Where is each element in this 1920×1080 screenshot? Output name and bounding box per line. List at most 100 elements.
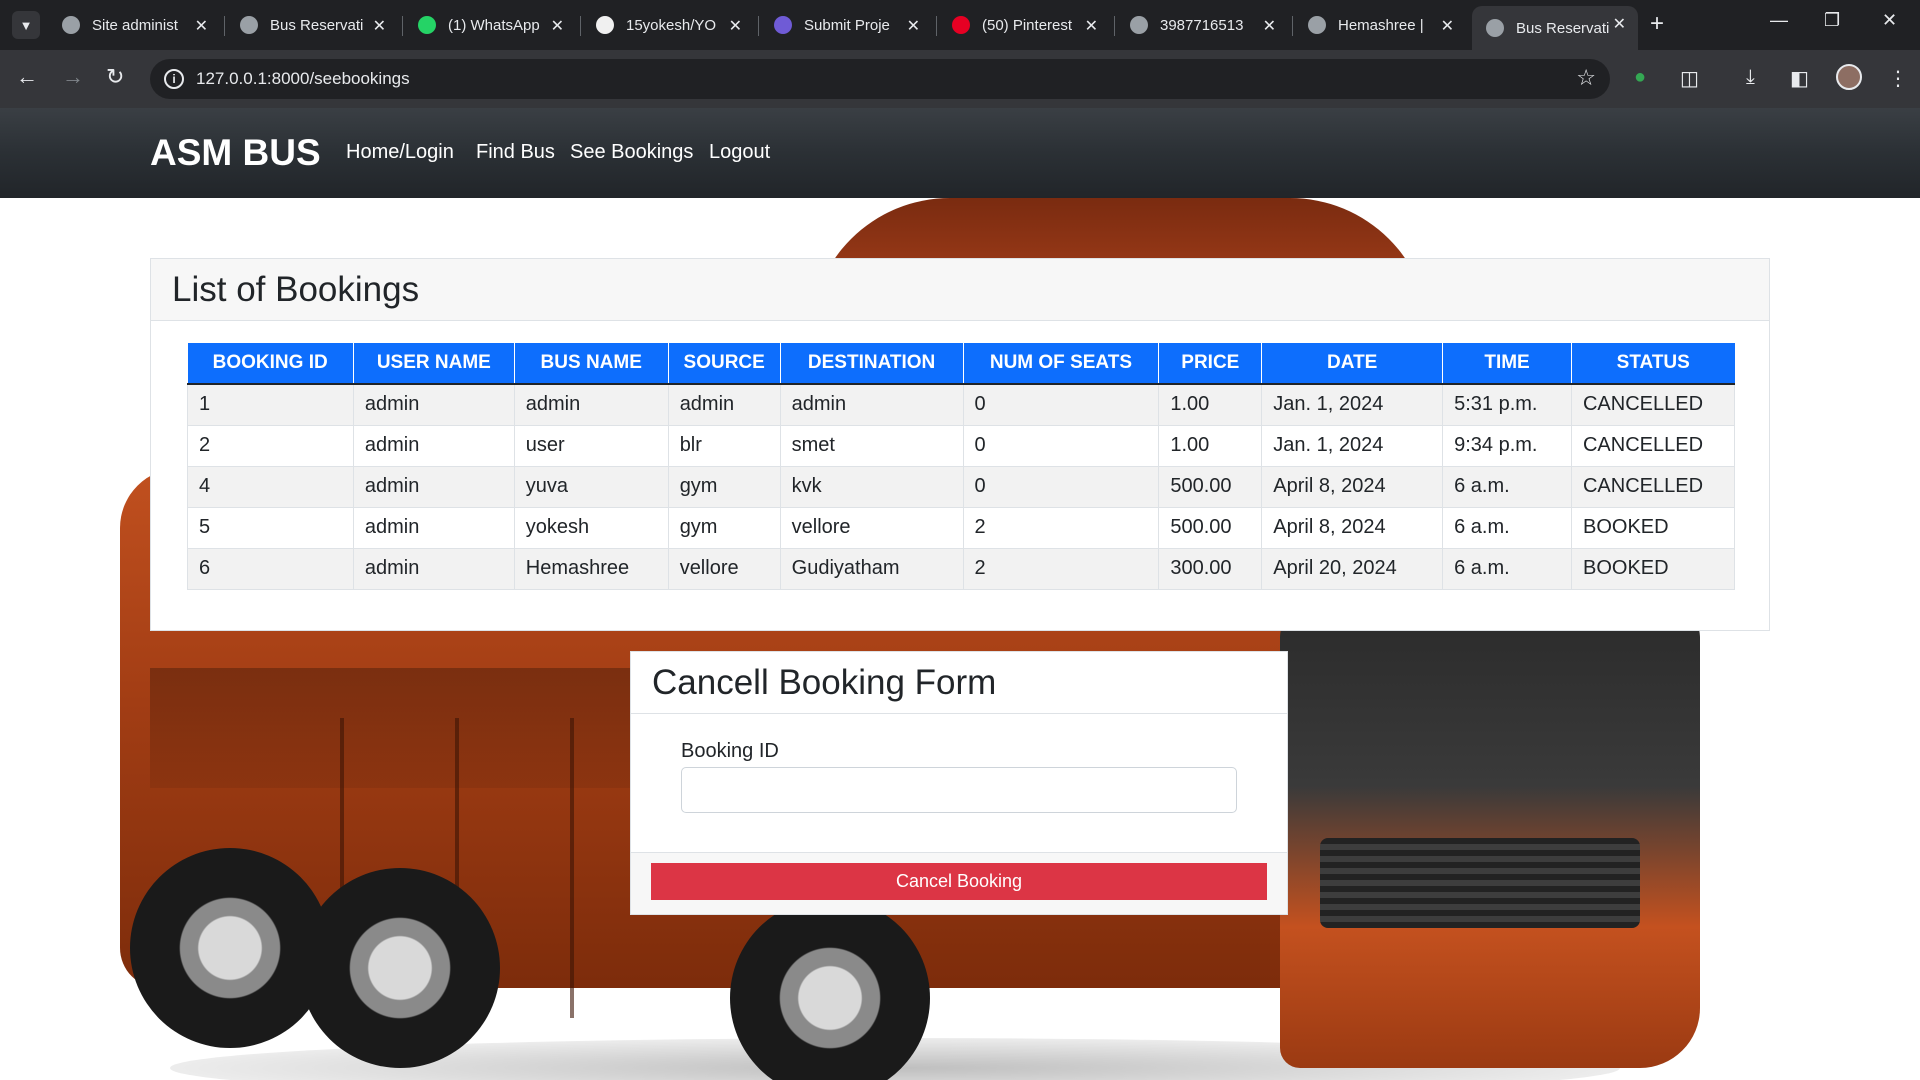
cancel-booking-card-header: Cancell Booking Form (631, 652, 1287, 714)
booking-id-input[interactable] (681, 767, 1237, 813)
table-row: 5 admin yokesh gym vellore 2 500.00 Apri… (187, 506, 1736, 549)
browser-tab-title: (1) WhatsApp (448, 16, 540, 34)
close-icon[interactable]: ✕ (1085, 16, 1098, 36)
cell-booking-id: 4 (187, 465, 354, 508)
restore-icon[interactable]: ❐ (1824, 10, 1840, 31)
browser-tab-title: Site administ (92, 16, 178, 34)
close-icon[interactable]: ✕ (729, 16, 742, 36)
bookings-card-header: List of Bookings (151, 259, 1769, 321)
close-icon[interactable]: ✕ (1613, 14, 1626, 34)
cell-source: admin (667, 383, 781, 426)
close-icon[interactable]: ✕ (1263, 16, 1276, 36)
bookings-table: BOOKING ID USER NAME BUS NAME SOURCE DES… (187, 343, 1736, 590)
cell-user-name: admin (352, 506, 515, 549)
table-row: 6 admin Hemashree vellore Gudiyatham 2 3… (187, 547, 1736, 590)
nav-link-find-bus[interactable]: Find Bus (476, 141, 555, 164)
close-icon[interactable]: ✕ (551, 16, 564, 36)
browser-tab[interactable]: Submit Proje ✕ (760, 8, 932, 42)
nav-link-logout[interactable]: Logout (709, 141, 770, 164)
close-icon[interactable]: ✕ (195, 16, 208, 36)
url-text[interactable]: 127.0.0.1:8000/seebookings (196, 69, 410, 89)
cell-destination: smet (779, 424, 964, 467)
cell-price: 300.00 (1158, 547, 1263, 590)
close-icon[interactable]: ✕ (1441, 16, 1454, 36)
tab-separator (1292, 16, 1293, 36)
cell-status: CANCELLED (1570, 383, 1736, 426)
minimize-icon[interactable]: — (1770, 10, 1788, 31)
android-extension-icon[interactable]: ● (1634, 66, 1646, 89)
column-header: TIME (1442, 343, 1572, 385)
new-tab-icon[interactable]: + (1650, 10, 1664, 38)
column-header: NUM OF SEATS (963, 343, 1160, 385)
bookings-card: List of Bookings BOOKING ID USER NAME BU… (150, 258, 1770, 631)
tab-separator (1114, 16, 1115, 36)
cell-booking-id: 1 (187, 383, 354, 426)
cell-price: 1.00 (1158, 424, 1263, 467)
cell-user-name: admin (352, 465, 515, 508)
profile-avatar[interactable] (1836, 64, 1862, 90)
globe-icon (240, 16, 258, 34)
extensions-icon[interactable]: ◫ (1680, 66, 1699, 91)
address-bar[interactable]: i 127.0.0.1:8000/seebookings ☆ (150, 59, 1610, 99)
close-window-icon[interactable]: ✕ (1882, 10, 1897, 31)
column-header: DATE (1261, 343, 1444, 385)
cell-price: 500.00 (1158, 465, 1263, 508)
cell-num-seats: 0 (962, 383, 1160, 426)
cell-destination: admin (779, 383, 964, 426)
column-header: USER NAME (353, 343, 515, 385)
browser-tab-title: (50) Pinterest (982, 16, 1073, 34)
cell-source: gym (667, 465, 781, 508)
menu-kebab-icon[interactable]: ⋮ (1888, 66, 1908, 91)
browser-tab[interactable]: 15yokesh/YO ✕ (582, 8, 754, 42)
page-viewport: ASM BUS Home/Login Find Bus See Bookings… (0, 108, 1920, 1080)
globe-icon (1308, 16, 1326, 34)
cell-bus-name: Hemashree (513, 547, 669, 590)
cell-date: Jan. 1, 2024 (1261, 424, 1444, 467)
browser-tab[interactable]: (1) WhatsApp ✕ (404, 8, 576, 42)
cancel-form-title: Cancell Booking Form (652, 663, 997, 702)
cell-booking-id: 5 (187, 506, 354, 549)
cancel-booking-button[interactable]: Cancel Booking (651, 863, 1267, 900)
download-icon[interactable]: ⤓ (1746, 66, 1755, 89)
table-row: 2 admin user blr smet 0 1.00 Jan. 1, 202… (187, 424, 1736, 467)
site-navbar: ASM BUS Home/Login Find Bus See Bookings… (0, 108, 1920, 198)
browser-tab[interactable]: Hemashree | ✕ (1294, 8, 1466, 42)
nav-link-home-login[interactable]: Home/Login (346, 141, 454, 164)
browser-tab[interactable]: Site administ ✕ (48, 8, 220, 42)
reload-icon[interactable]: ↻ (106, 64, 124, 90)
cell-date: April 8, 2024 (1261, 465, 1444, 508)
tab-search-button[interactable]: ▼ (12, 11, 40, 39)
cell-bus-name: yokesh (513, 506, 669, 549)
cell-time: 6 a.m. (1442, 506, 1572, 549)
browser-tab-title: Bus Reservati (1516, 19, 1610, 37)
back-icon[interactable]: ← (16, 64, 38, 90)
cell-status: CANCELLED (1570, 424, 1736, 467)
column-header: DESTINATION (780, 343, 964, 385)
cell-user-name: admin (352, 424, 515, 467)
brand-logo[interactable]: ASM BUS (150, 132, 321, 174)
tab-separator (758, 16, 759, 36)
site-info-icon[interactable]: i (164, 69, 184, 89)
cell-price: 500.00 (1158, 506, 1263, 549)
github-icon (596, 16, 614, 34)
cell-bus-name: user (513, 424, 669, 467)
close-icon[interactable]: ✕ (373, 16, 386, 36)
browser-tab-title: 3987716513 (1160, 16, 1244, 34)
bookmark-star-icon[interactable]: ☆ (1576, 65, 1596, 91)
browser-tab[interactable]: 3987716513 ✕ (1116, 8, 1288, 42)
browser-tab[interactable]: Bus Reservati ✕ (226, 8, 398, 42)
column-header: BUS NAME (514, 343, 669, 385)
close-icon[interactable]: ✕ (907, 16, 920, 36)
side-panel-icon[interactable]: ◧ (1790, 66, 1809, 91)
column-header: PRICE (1158, 343, 1263, 385)
tab-separator (936, 16, 937, 36)
table-row: 4 admin yuva gym kvk 0 500.00 April 8, 2… (187, 465, 1736, 508)
cell-source: gym (667, 506, 781, 549)
cell-source: blr (667, 424, 781, 467)
globe-icon (1130, 16, 1148, 34)
browser-tab-active[interactable]: Bus Reservati ✕ (1472, 6, 1638, 50)
browser-tab[interactable]: (50) Pinterest ✕ (938, 8, 1110, 42)
browser-tab-title: 15yokesh/YO (626, 16, 717, 34)
nav-link-see-bookings[interactable]: See Bookings (570, 141, 693, 164)
forward-icon[interactable]: → (62, 64, 84, 90)
